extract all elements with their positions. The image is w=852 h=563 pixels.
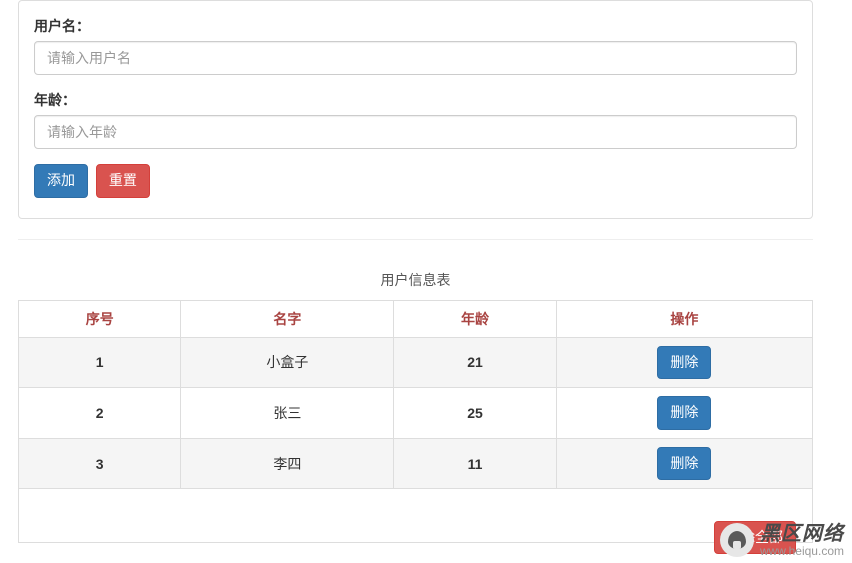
cell-name: 张三 <box>181 388 394 439</box>
table-row: 2张三25 删除 <box>19 388 813 439</box>
th-index: 序号 <box>19 300 181 337</box>
delete-button[interactable]: 删除 <box>657 346 711 380</box>
cell-age: 21 <box>394 337 556 388</box>
user-table: 序号 名字 年龄 操作 1小盒子21 删除 2张三25 删除 3李四11 删除 删除全部 <box>18 300 813 544</box>
cell-age: 25 <box>394 388 556 439</box>
table-footer: 删除全部 <box>19 489 813 543</box>
delete-all-button[interactable]: 删除全部 <box>714 521 796 555</box>
table-row: 3李四11 删除 <box>19 438 813 489</box>
reset-button[interactable]: 重置 <box>96 164 150 198</box>
delete-button[interactable]: 删除 <box>657 447 711 481</box>
username-input[interactable] <box>34 41 797 75</box>
cell-age: 11 <box>394 438 556 489</box>
cell-index: 3 <box>19 438 181 489</box>
divider <box>18 239 813 240</box>
cell-index: 1 <box>19 337 181 388</box>
cell-name: 李四 <box>181 438 394 489</box>
table-caption: 用户信息表 <box>18 260 813 300</box>
th-age: 年龄 <box>394 300 556 337</box>
cell-name: 小盒子 <box>181 337 394 388</box>
age-input[interactable] <box>34 115 797 149</box>
username-label: 用户名： <box>34 16 797 36</box>
cell-action: 删除 <box>556 388 812 439</box>
form-panel: 用户名： 年龄： 添加 重置 <box>18 0 813 219</box>
cell-action: 删除 <box>556 438 812 489</box>
add-button[interactable]: 添加 <box>34 164 88 198</box>
cell-action: 删除 <box>556 337 812 388</box>
th-name: 名字 <box>181 300 394 337</box>
delete-button[interactable]: 删除 <box>657 396 711 430</box>
table-row: 1小盒子21 删除 <box>19 337 813 388</box>
age-label: 年龄： <box>34 90 797 110</box>
cell-index: 2 <box>19 388 181 439</box>
th-action: 操作 <box>556 300 812 337</box>
